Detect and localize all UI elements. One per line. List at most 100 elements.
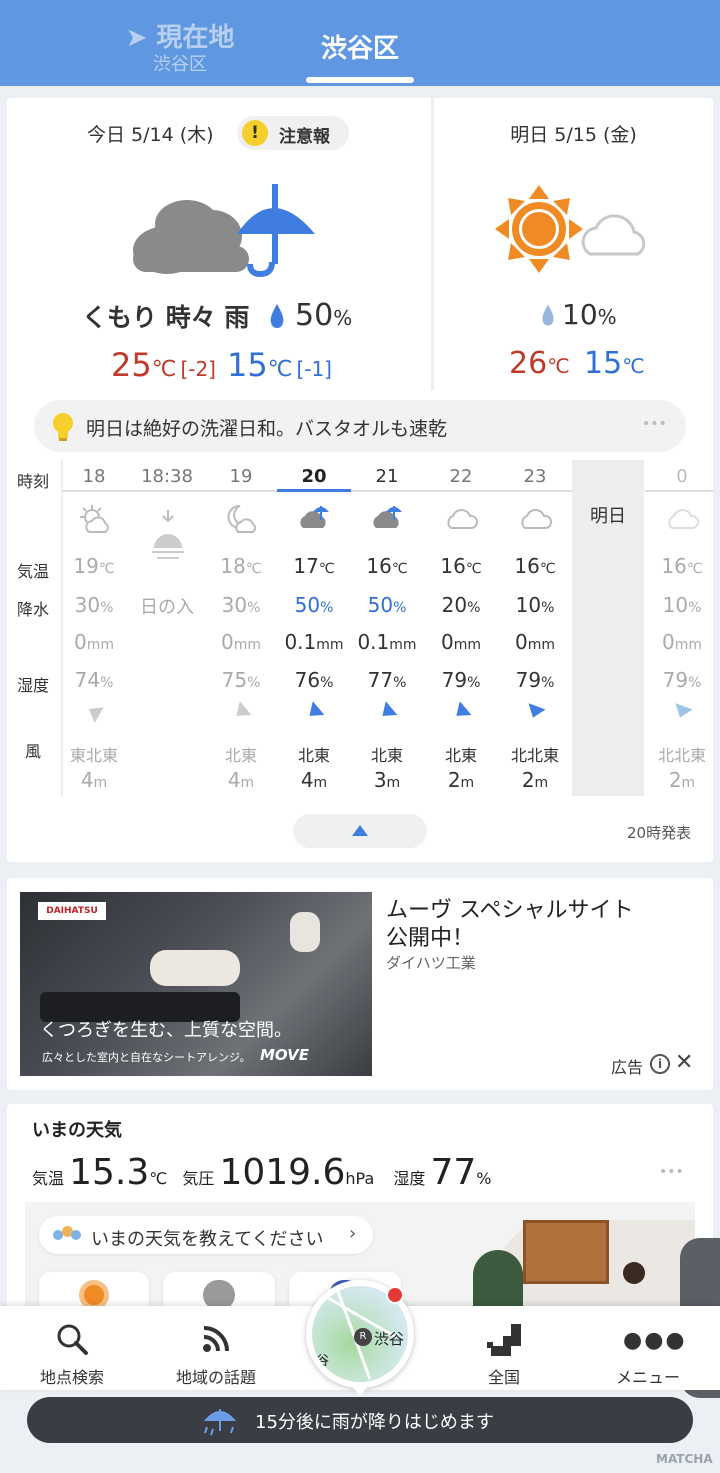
people-icon [53,1226,81,1244]
humidity-value: 75 [221,668,248,692]
rain-unit: mm [674,637,702,653]
today-panel[interactable]: 今日 5/14 (木) ! 注意報 くもり 時々 雨 50% 25℃ [-2] 1… [7,98,431,390]
pop-unit: % [688,600,702,616]
hour-label: 18:38 [141,466,193,487]
forecast-card: 今日 5/14 (木) ! 注意報 くもり 時々 雨 50% 25℃ [-2] 1… [7,98,713,862]
temp-value: 16 [366,554,392,578]
tab-shibuya[interactable]: 渋谷区 [300,32,420,66]
map-place-label-2: 谷 [316,1354,330,1369]
row-label-temp: 気温 [17,562,50,581]
collapse-button[interactable] [293,814,427,848]
hour-column-23: 23 16℃ 10% 0mm 79% 北北東 2m [498,458,572,798]
now-more-icon[interactable]: ••• [659,1164,684,1180]
today-date: 今日 5/14 (木) [87,124,214,146]
humidity-unit: % [320,675,334,691]
chevron-right-icon: › [349,1223,357,1244]
hour-label: 20 [301,466,327,487]
rain-radar-map-button[interactable]: R 渋谷 谷 [306,1280,414,1388]
pop-value: 10 [515,593,542,617]
close-icon[interactable]: ✕ [675,1050,693,1075]
cloud-icon [447,509,479,529]
person-illustration [623,1262,645,1284]
plant-illustration [473,1250,523,1310]
alert-label: 注意報 [279,127,330,147]
nav-menu[interactable]: ●●● メニュー [583,1306,713,1390]
hour-column-20: 20 17℃ 50% 0.1mm 76% 北東 4m [277,458,351,798]
humidity-value: 79 [441,668,468,692]
temp-unit: ℃ [465,561,482,577]
wind-speed: 3 [373,768,387,792]
nav-search[interactable]: 地点検索 [7,1306,137,1390]
broadcast-icon [203,1326,229,1352]
temp-unit: ℃ [318,561,335,577]
pop-unit: % [393,600,407,616]
wind-arrow-icon [303,701,325,723]
now-humidity-label: 湿度 [393,1169,426,1188]
tomorrow-divider-column: 明日 [572,460,644,796]
tomorrow-precip: 10 [562,298,598,331]
pop-value: 30 [74,593,101,617]
person-head-shape [290,912,320,952]
pop-value: 50 [294,593,321,617]
rain-unit: mm [389,637,417,653]
tip-text: 明日は絶好の洗濯日和。バスタオルも速乾 [86,418,448,440]
hour-column-sunset: 18:38 日の入 [130,458,204,798]
temp-unit: ℃ [151,357,177,382]
alert-badge[interactable]: ! 注意報 [237,116,349,150]
temp-unit: ℃ [547,354,570,378]
temp-unit: ℃ [245,561,262,577]
wind-speed: 4 [227,768,241,792]
hour-column-19: 19 18℃ 30% 0mm 75% 北東 4m [204,458,278,798]
wind-arrow-icon [524,703,546,721]
wind-direction: 北東 [297,746,330,765]
info-icon[interactable]: i [650,1054,670,1074]
wind-unit: m [313,775,328,791]
tip-banner[interactable]: 明日は絶好の洗濯日和。バスタオルも速乾 ••• [34,400,686,452]
temp-unit: ℃ [622,354,645,378]
wind-speed: 2 [521,768,535,792]
temp-unit: ℃ [391,561,408,577]
tomorrow-date: 明日 5/15 (金) [510,124,637,146]
rain-unit: mm [316,637,344,653]
today-low: 15 [227,346,268,384]
ad-label: 広告 [611,1058,644,1077]
nav-local-topics[interactable]: 地域の話題 [151,1306,281,1390]
wind-direction: 東北東 [69,746,118,765]
lightbulb-icon [53,413,73,441]
wind-speed: 4 [300,768,314,792]
rain-value: 0 [661,630,675,654]
now-humidity-value: 77 [430,1152,477,1193]
today-weather: くもり 時々 雨 [82,303,250,332]
tip-more-icon[interactable]: ••• [642,416,667,432]
humidity-value: 77 [367,668,394,692]
ad-image-copy: くつろぎを生む、上質な空間。 [40,1020,292,1041]
row-label-humidity: 湿度 [17,676,50,695]
pop-value: 50 [367,593,394,617]
hour-label: 23 [523,466,547,487]
now-pressure-label: 気圧 [182,1169,215,1188]
report-weather-button[interactable]: いまの天気を教えてください › [39,1216,373,1254]
window-illustration [523,1220,609,1284]
nav-national[interactable]: 全国 [439,1306,569,1390]
tab-current-location[interactable]: ➤ 現在地 渋谷区 [105,22,255,76]
tomorrow-panel[interactable]: 明日 5/15 (金) 10% 26℃ 15℃ [434,98,713,390]
wind-unit: m [93,775,108,791]
row-label-precip: 降水 [17,600,50,619]
sunset-label: 日の入 [140,597,194,618]
temp-value: 19 [73,554,99,578]
ad-image[interactable]: DAIHATSU くつろぎを生む、上質な空間。 広々とした室内と自在なシートアレ… [20,892,372,1076]
sun-cloud-icon [495,185,646,273]
search-icon [57,1324,88,1355]
temp-value: 16 [440,554,466,578]
wind-direction: 北東 [370,746,403,765]
tomorrow-high: 26 [509,346,548,381]
now-humidity-unit: % [476,1169,492,1188]
ad-title-line2[interactable]: 公開中！ [386,920,474,952]
japan-map-icon [487,1324,521,1356]
rain-alert-toast[interactable]: 15分後に雨が降りはじめます [27,1397,693,1443]
pop-unit: % [467,600,481,616]
cloud-umbrella-icon [373,506,402,528]
map-place-label: 渋谷 [374,1330,405,1348]
current-weather-title: いまの天気 [32,1120,122,1141]
ad-card[interactable]: DAIHATSU くつろぎを生む、上質な空間。 広々とした室内と自在なシートアレ… [7,878,713,1090]
